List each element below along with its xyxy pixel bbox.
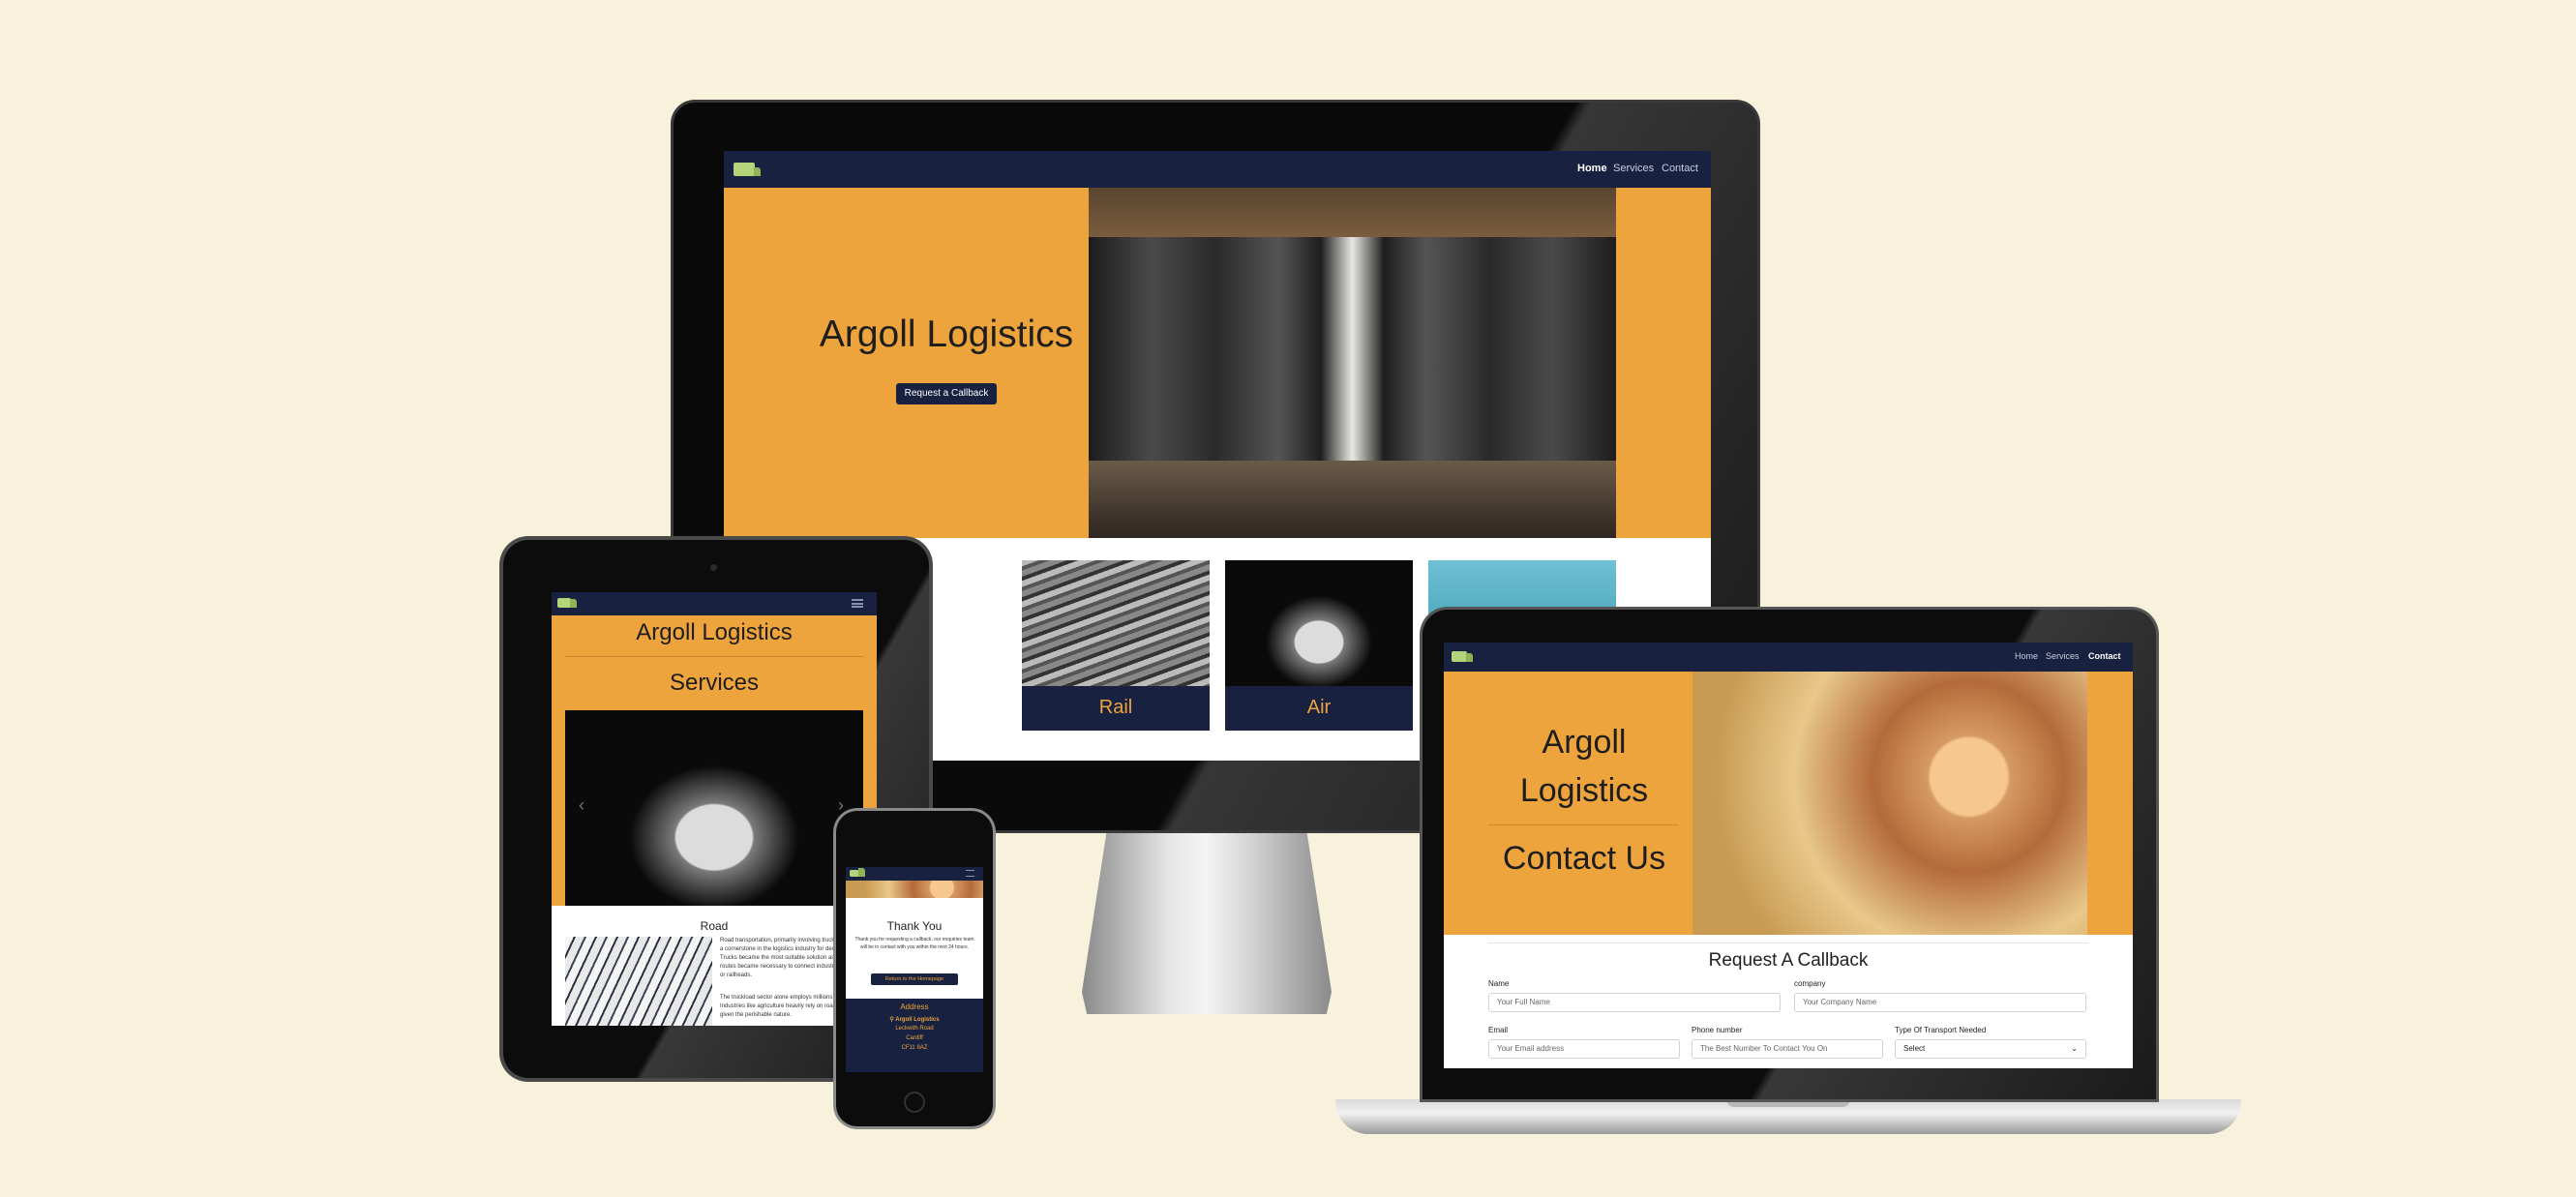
hamburger-menu-icon[interactable]: [852, 599, 863, 608]
footer-heading: Address: [900, 1002, 929, 1011]
return-homepage-button[interactable]: Return to the Homepage: [871, 973, 958, 985]
company-label: company: [1794, 979, 1826, 988]
truck-logo-icon[interactable]: [850, 868, 865, 877]
laptop-hero-title-1: Argoll: [1542, 724, 1627, 761]
tablet-road-image: [565, 937, 712, 1026]
tablet-carousel-image: ‹ ›: [565, 710, 863, 906]
transport-select-value: Select: [1903, 1044, 1926, 1053]
nav-contact[interactable]: Contact: [2088, 651, 2121, 661]
transport-label: Type Of Transport Needed: [1895, 1026, 1987, 1034]
laptop-notch: [1726, 1099, 1850, 1107]
nav-services[interactable]: Services: [2046, 651, 2080, 661]
laptop-screen: Home Services Contact Argoll Logistics C…: [1444, 643, 2133, 1068]
transport-select[interactable]: Select ⌄: [1895, 1039, 2086, 1059]
laptop-hero: Argoll Logistics Contact Us: [1444, 672, 2133, 935]
tablet-divider: [565, 656, 863, 657]
tablet-section-title: Road: [700, 919, 729, 933]
card-rail-image: [1022, 560, 1210, 686]
tablet-title: Argoll Logistics: [636, 619, 793, 645]
footer-line-3: CF11 8AZ: [901, 1045, 928, 1051]
footer-company-name: Argoll Logistics: [895, 1017, 940, 1023]
card-air[interactable]: Air: [1225, 686, 1413, 731]
card-air-image: [1225, 560, 1413, 686]
carousel-prev-icon[interactable]: ‹: [579, 795, 584, 816]
tablet-screen: Argoll Logistics Services ‹ › Road Road …: [552, 592, 877, 1026]
nav-home[interactable]: Home: [1577, 163, 1607, 174]
chevron-down-icon: ⌄: [2071, 1044, 2078, 1053]
name-field[interactable]: Your Full Name: [1488, 993, 1781, 1012]
email-label: Email: [1488, 1026, 1509, 1034]
truck-logo-icon[interactable]: [557, 598, 577, 608]
tablet-subtitle: Services: [669, 670, 760, 696]
name-label: Name: [1488, 979, 1510, 988]
hamburger-menu-icon[interactable]: [966, 870, 974, 877]
nav-contact[interactable]: Contact: [1662, 163, 1698, 174]
laptop-hero-divider: [1488, 824, 1678, 825]
laptop-hero-image: [1692, 672, 2087, 935]
phone-home-button-icon[interactable]: [904, 1092, 925, 1113]
phone-navbar: [846, 867, 983, 881]
tablet-navbar: [552, 592, 877, 615]
monitor-stand: [1082, 830, 1332, 1014]
laptop-hero-title-2: Logistics: [1519, 772, 1649, 809]
hero-trailer-image: [1089, 188, 1616, 538]
tablet-camera: [710, 564, 717, 571]
laptop-navbar: Home Services Contact: [1444, 643, 2133, 672]
nav-services[interactable]: Services: [1613, 163, 1654, 174]
phone-screen: Thank You Thank you for requesting a cal…: [846, 867, 983, 1072]
company-field[interactable]: Your Company Name: [1794, 993, 2086, 1012]
card-rail-label: Rail: [1098, 697, 1133, 718]
tablet-hero: Argoll Logistics Services ‹ ›: [552, 615, 877, 906]
email-field[interactable]: Your Email address: [1488, 1039, 1680, 1059]
desktop-hero: Argoll Logistics Request a Callback: [724, 188, 1711, 538]
truck-logo-icon[interactable]: [734, 163, 761, 176]
phone-label: Phone number: [1692, 1026, 1743, 1034]
footer-line-2: Cardiff: [906, 1035, 923, 1041]
map-marker-icon: ⚲: [889, 1017, 894, 1023]
laptop-hero-subtitle: Contact Us: [1502, 840, 1666, 877]
footer-line-1: Leckwith Road: [895, 1026, 934, 1032]
nav-home[interactable]: Home: [2015, 651, 2038, 661]
footer-company: ⚲ Argoll Logistics: [846, 1016, 983, 1023]
phone-hero-image: [846, 881, 983, 898]
phone-title: Thank You: [886, 919, 943, 933]
form-title: Request A Callback: [1708, 950, 1869, 971]
phone-field[interactable]: The Best Number To Contact You On: [1692, 1039, 1883, 1059]
card-rail[interactable]: Rail: [1022, 686, 1210, 731]
request-callback-button[interactable]: Request a Callback: [896, 383, 997, 404]
phone-footer: Address ⚲ Argoll Logistics Leckwith Road…: [846, 999, 983, 1072]
card-air-label: Air: [1306, 697, 1332, 718]
desktop-navbar: Home Services Contact: [724, 151, 1711, 188]
phone-message: Thank you for requesting a callback, our…: [854, 937, 974, 950]
carousel-next-icon[interactable]: ›: [838, 795, 844, 816]
truck-logo-icon[interactable]: [1452, 651, 1473, 662]
tablet-home-button-icon[interactable]: [703, 1043, 724, 1064]
